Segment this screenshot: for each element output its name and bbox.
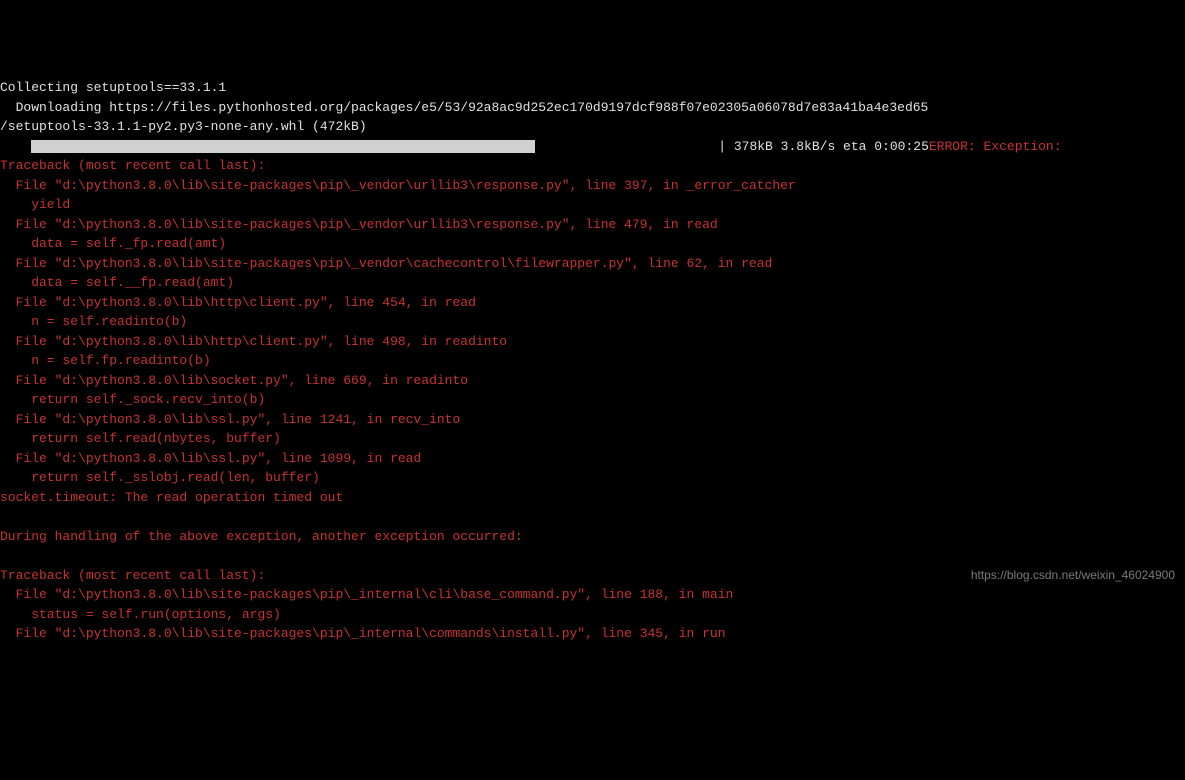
tb-code-6: return self._sock.recv_into(b) xyxy=(0,392,265,407)
tb-file-8: File "d:\python3.8.0\lib\ssl.py", line 1… xyxy=(0,451,421,466)
tb-file-2: File "d:\python3.8.0\lib\site-packages\p… xyxy=(0,217,718,232)
traceback-1: Traceback (most recent call last): xyxy=(0,158,265,173)
tb-file-9: File "d:\python3.8.0\lib\site-packages\p… xyxy=(0,587,733,602)
tb-code-1: yield xyxy=(0,197,70,212)
tb-file-3: File "d:\python3.8.0\lib\site-packages\p… xyxy=(0,256,772,271)
progress-line: | 378kB 3.8kB/s eta 0:00:25ERROR: Except… xyxy=(0,139,1062,154)
tb-code-4: n = self.readinto(b) xyxy=(0,314,187,329)
whl-line: /setuptools-33.1.1-py2.py3-none-any.whl … xyxy=(0,119,367,134)
terminal[interactable]: Collecting setuptools==33.1.1 Downloadin… xyxy=(0,78,1185,644)
tb-file-5: File "d:\python3.8.0\lib\http\client.py"… xyxy=(0,334,507,349)
tb-code-8: return self._sslobj.read(len, buffer) xyxy=(0,470,320,485)
traceback-2: Traceback (most recent call last): xyxy=(0,568,265,583)
tb-file-10: File "d:\python3.8.0\lib\site-packages\p… xyxy=(0,626,726,641)
progress-stats: | 378kB 3.8kB/s eta 0:00:25 xyxy=(718,139,929,154)
downloading-line: Downloading https://files.pythonhosted.o… xyxy=(0,100,928,115)
timeout-line: socket.timeout: The read operation timed… xyxy=(0,490,343,505)
tb-code-2: data = self._fp.read(amt) xyxy=(0,236,226,251)
tb-file-6: File "d:\python3.8.0\lib\socket.py", lin… xyxy=(0,373,468,388)
tb-code-5: n = self.fp.readinto(b) xyxy=(0,353,211,368)
tb-code-3: data = self.__fp.read(amt) xyxy=(0,275,234,290)
tb-file-4: File "d:\python3.8.0\lib\http\client.py"… xyxy=(0,295,476,310)
tb-file-1: File "d:\python3.8.0\lib\site-packages\p… xyxy=(0,178,796,193)
during-line: During handling of the above exception, … xyxy=(0,529,523,544)
progress-prefix xyxy=(0,139,31,154)
collecting-line: Collecting setuptools==33.1.1 xyxy=(0,80,226,95)
error-label: ERROR: Exception: xyxy=(929,139,1062,154)
progress-bar xyxy=(31,137,679,157)
watermark: https://blog.csdn.net/weixin_46024900 xyxy=(971,566,1175,584)
tb-code-9: status = self.run(options, args) xyxy=(0,607,281,622)
tb-code-7: return self.read(nbytes, buffer) xyxy=(0,431,281,446)
tb-file-7: File "d:\python3.8.0\lib\ssl.py", line 1… xyxy=(0,412,460,427)
